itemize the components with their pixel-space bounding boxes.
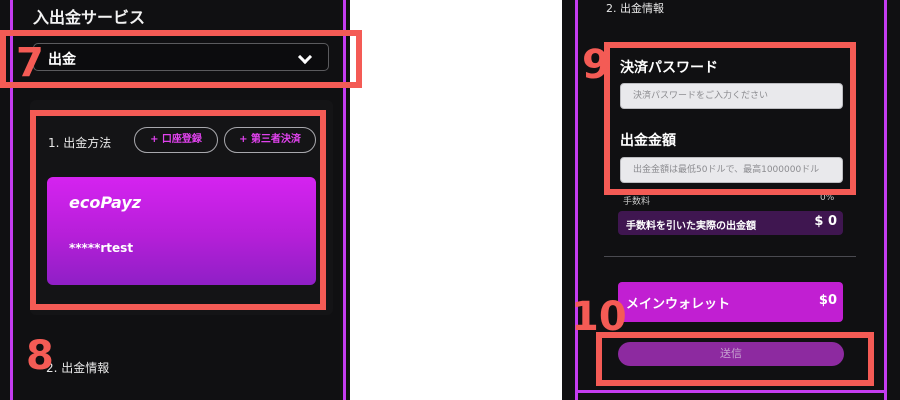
highlight-box-9 <box>604 42 856 195</box>
fee-label: 手数料 <box>623 197 651 207</box>
annotation-number-7: 7 <box>16 40 44 86</box>
frame-line-bottom <box>575 390 887 393</box>
annotation-number-10: 10 <box>571 294 627 340</box>
wallet-balance: $0 <box>818 293 837 308</box>
net-amount-value: $ 0 <box>814 214 837 229</box>
net-amount-bar: 手数料を引いた実際の出金額 $ 0 <box>618 211 843 235</box>
info-section-label: 2. 出金情報 <box>46 361 110 375</box>
net-amount-label: 手数料を引いた実際の出金額 <box>626 221 756 232</box>
frame-line-right-panel-left <box>575 0 578 400</box>
highlight-box-7 <box>0 30 362 88</box>
info-section-label-right: 2. 出金情報 <box>606 2 664 15</box>
highlight-box-8 <box>30 110 326 310</box>
divider <box>604 256 856 257</box>
wallet-label: メインウォレット <box>626 297 731 312</box>
highlight-box-10 <box>596 332 874 386</box>
main-wallet-card[interactable]: メインウォレット $0 <box>618 282 843 322</box>
annotation-number-9: 9 <box>582 42 610 88</box>
service-title: 入出金サービス <box>33 8 146 27</box>
annotation-number-8: 8 <box>26 333 54 379</box>
frame-line-right <box>884 0 887 400</box>
